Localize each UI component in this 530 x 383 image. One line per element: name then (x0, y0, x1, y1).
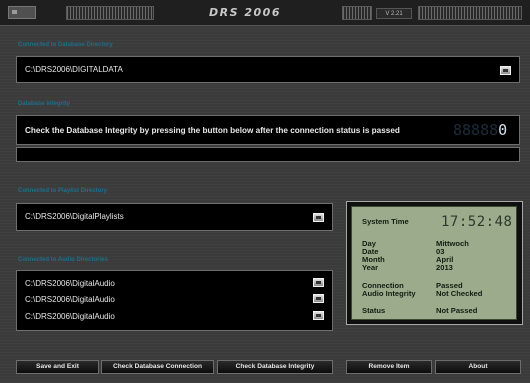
version-label: V 2.21 (376, 8, 412, 19)
audio-directory-path: C:\DRS2006\DigitalAudio (25, 279, 115, 288)
about-button[interactable]: About (435, 360, 521, 374)
status-label: Status (362, 306, 386, 315)
audio-integrity-value: Not Checked (436, 289, 483, 298)
audio-directory-path: C:\DRS2006\DigitalAudio (25, 312, 115, 321)
remove-item-button[interactable]: Remove Item (346, 360, 432, 374)
integrity-counter: 888880 (453, 121, 507, 139)
playlist-directory-field: C:\DRS2006\DigitalPlaylists (16, 203, 333, 231)
system-time-label: System Time (362, 217, 409, 226)
year-label: Year (362, 263, 379, 272)
counter-dim-digits: 88888 (453, 121, 499, 139)
decorative-grill-left (66, 6, 154, 20)
audio-browse-icon[interactable] (313, 311, 324, 320)
status-value: Not Passed (436, 306, 478, 315)
playlist-directory-path: C:\DRS2006\DigitalPlaylists (25, 212, 124, 221)
integrity-label: Database Integrity (18, 101, 71, 107)
integrity-message: Check the Database Integrity by pressing… (25, 126, 400, 135)
database-browse-icon[interactable] (500, 66, 511, 75)
playlist-directory-label: Connected to Playlist Directory (18, 188, 108, 194)
app-title: DRS 2006 (209, 6, 281, 19)
system-time-value: 17:52:48 (441, 214, 513, 230)
audio-directories-list: C:\DRS2006\DigitalAudio C:\DRS2006\Digit… (16, 270, 333, 331)
year-value: 2013 (436, 263, 453, 272)
database-directory-path: C:\DRS2006\DIGITALDATA (25, 65, 123, 74)
integrity-message-panel: Check the Database Integrity by pressing… (16, 115, 520, 145)
audio-directories-label: Connected to Audio Directories (18, 257, 108, 263)
save-and-exit-button[interactable]: Save and Exit (16, 360, 99, 374)
playlist-browse-icon[interactable] (313, 213, 324, 222)
audio-integrity-label: Audio Integrity (362, 289, 416, 298)
database-directory-label: Connected to Database Directory (18, 42, 113, 48)
counter-lit-digit: 0 (498, 121, 508, 139)
audio-browse-icon[interactable] (313, 294, 324, 303)
status-panel: System Time 17:52:48 Day Mittwoch Date 0… (351, 206, 517, 320)
system-menu-icon[interactable] (8, 6, 36, 19)
decorative-grill-right (418, 6, 522, 20)
integrity-progress-field (16, 147, 520, 162)
decorative-grill-mid (342, 6, 372, 20)
database-directory-field: C:\DRS2006\DIGITALDATA (16, 56, 520, 83)
check-database-integrity-button[interactable]: Check Database Integrity (217, 360, 333, 374)
check-database-connection-button[interactable]: Check Database Connection (101, 360, 214, 374)
audio-browse-icon[interactable] (313, 278, 324, 287)
audio-directory-path: C:\DRS2006\DigitalAudio (25, 295, 115, 304)
